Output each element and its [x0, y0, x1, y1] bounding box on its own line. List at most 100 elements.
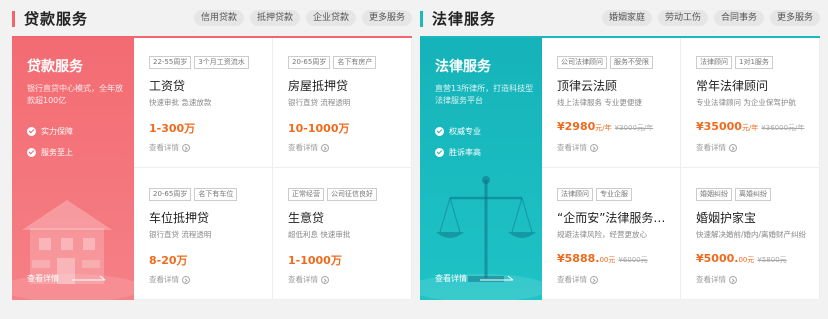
card-tag: 婚姻纠纷 [696, 188, 732, 201]
arrow-right-icon [72, 275, 106, 281]
check-circle-icon [27, 127, 36, 136]
check-circle-icon [27, 148, 36, 157]
legal-hero-more-link[interactable]: 查看详情 [435, 273, 467, 284]
chevron-right-circle-icon [182, 143, 190, 152]
legal-card-annual-counsel[interactable]: 法律顾问 1对1服务 常年法律顾问 专业法律顾问 为企业保驾护航 ¥35000元/… [681, 36, 820, 168]
card-description: 快速解决婚前/婚内/离婚财产纠纷 [696, 230, 807, 239]
card-description: 超低利息 快速审批 [288, 230, 351, 239]
card-title: 车位抵押贷 [149, 211, 210, 225]
loan-card-salary[interactable]: 22-55周岁 3个月工资流水 工资贷 快速审批 急速放款 1-300万 查看详情 [134, 36, 273, 168]
check-circle-icon [435, 148, 444, 157]
card-title: 常年法律顾问 [696, 79, 769, 93]
card-more-label: 查看详情 [288, 143, 318, 152]
card-more-label: 查看详情 [557, 275, 587, 284]
card-price: ¥5888.00元 ¥6000元 [557, 252, 648, 265]
loan-hero-more-link[interactable]: 查看详情 [27, 273, 59, 284]
loan-hero-panel[interactable]: 贷款服务 银行直贷中心模式，全年放款超100亿 实力保障 服务至上 查看详情 [12, 36, 134, 300]
legal-card-cloud-counsel[interactable]: 公司法律顾问 服务不受限 顶律云法顾 线上法律服务 专业更便捷 ¥2980元/年 ¥… [542, 36, 681, 168]
legal-tag-family[interactable]: 婚姻家庭 [601, 10, 652, 26]
loan-card-business[interactable]: 正常经营 公司征信良好 生意贷 超低利息 快速审批 1-1000万 查看详情 [273, 168, 412, 300]
loan-section-body: 贷款服务 银行直贷中心模式，全年放款超100亿 实力保障 服务至上 查看详情 2… [12, 36, 412, 300]
price-unit: 元/年 [595, 124, 612, 132]
loan-card-parking[interactable]: 20-65周岁 名下有车位 车位抵押贷 银行直贷 流程透明 8-20万 查看详情 [134, 168, 273, 300]
card-more-link[interactable]: 查看详情 [696, 274, 737, 285]
card-more-link[interactable]: 查看详情 [288, 142, 329, 153]
price-value: ¥2980 [557, 120, 596, 133]
card-description: 快速审批 急速放款 [149, 98, 212, 107]
card-description: 线上法律服务 专业更便捷 [557, 98, 642, 107]
loan-tag-business[interactable]: 企业贷款 [305, 10, 356, 26]
loan-tag-credit[interactable]: 信用贷款 [193, 10, 244, 26]
price-unit: 00元 [738, 256, 755, 264]
price-original: ¥36000元/年 [761, 124, 805, 132]
price-original: ¥3000元/年 [614, 124, 654, 132]
page: 贷款服务 信用贷款 抵押贷款 企业贷款 更多服务 贷款服务 银行直贷中心模式，全… [0, 0, 828, 319]
card-more-link[interactable]: 查看详情 [557, 274, 598, 285]
legal-feature-1: 权威专业 [435, 126, 481, 137]
price-original: ¥5800元 [757, 256, 787, 264]
price-original: ¥6000元 [618, 256, 648, 264]
card-price: 1-300万 [149, 122, 196, 135]
price-unit: 元/年 [741, 124, 759, 132]
loan-tag-more[interactable]: 更多服务 [361, 10, 412, 26]
legal-feature-2-label: 胜诉率高 [449, 148, 481, 157]
legal-product-grid: 公司法律顾问 服务不受限 顶律云法顾 线上法律服务 专业更便捷 ¥2980元/年 ¥… [542, 36, 820, 300]
loan-card-house-mortgage[interactable]: 20-65周岁 名下有房产 房屋抵押贷 银行直贷 流程透明 10-1000万 查看… [273, 36, 412, 168]
chevron-right-circle-icon [729, 275, 737, 284]
card-more-label: 查看详情 [149, 275, 179, 284]
card-more-link[interactable]: 查看详情 [149, 274, 190, 285]
loan-tag-mortgage[interactable]: 抵押贷款 [249, 10, 300, 26]
legal-section: 法律服务 婚姻家庭 劳动工伤 合同事务 更多服务 法律服务 直营13所律所，打造… [420, 0, 820, 300]
legal-card-marriage-guard[interactable]: 婚姻纠纷 离婚纠纷 婚姻护家宝 快速解决婚前/婚内/离婚财产纠纷 ¥5000.00… [681, 168, 820, 300]
card-description: 银行直贷 流程透明 [288, 98, 351, 107]
legal-section-body: 法律服务 直营13所律所，打造科技型法律服务平台 权威专业 胜诉率高 查看详情 [420, 36, 820, 300]
card-price: 1-1000万 [288, 254, 342, 267]
loan-feature-2: 服务至上 [27, 147, 73, 158]
card-tag: 法律顾问 [696, 56, 732, 69]
card-more-label: 查看详情 [696, 275, 726, 284]
card-more-label: 查看详情 [288, 275, 318, 284]
card-title: 顶律云法顾 [557, 79, 618, 93]
loan-hero-description: 银行直贷中心模式，全年放款超100亿 [27, 84, 123, 105]
card-tag: 离婚纠纷 [735, 188, 771, 201]
card-tag: 20-65周岁 [149, 188, 192, 201]
price-value: ¥5888. [557, 252, 600, 265]
legal-tag-list: 婚姻家庭 劳动工伤 合同事务 更多服务 [601, 10, 820, 26]
loan-feature-1-label: 实力保障 [41, 127, 73, 136]
price-value: ¥5000. [696, 252, 739, 265]
card-price: ¥2980元/年 ¥3000元/年 [557, 120, 653, 133]
card-tag: 正常经营 [288, 188, 324, 201]
card-more-link[interactable]: 查看详情 [149, 142, 190, 153]
card-tag: 公司法律顾问 [557, 56, 607, 69]
loan-feature-2-label: 服务至上 [41, 148, 73, 157]
card-price: 10-1000万 [288, 122, 350, 135]
legal-card-enterprise-safe[interactable]: 法律顾问 专业企服 “企而安”法律服务… 规避法律风险，经营更放心 ¥5888.0… [542, 168, 681, 300]
card-title: 生意贷 [288, 211, 325, 225]
card-more-link[interactable]: 查看详情 [557, 142, 598, 153]
legal-hero-panel[interactable]: 法律服务 直营13所律所，打造科技型法律服务平台 权威专业 胜诉率高 查看详情 [420, 36, 542, 300]
card-price: ¥35000元/年 ¥36000元/年 [696, 120, 804, 133]
price-unit: 00元 [599, 256, 616, 264]
chevron-right-circle-icon [729, 143, 737, 152]
card-more-link[interactable]: 查看详情 [288, 274, 329, 285]
card-tag: 服务不受限 [610, 56, 653, 69]
card-more-link[interactable]: 查看详情 [696, 142, 737, 153]
legal-tag-contract[interactable]: 合同事务 [713, 10, 764, 26]
legal-feature-2: 胜诉率高 [435, 147, 481, 158]
card-description: 规避法律风险，经营更放心 [557, 230, 647, 239]
card-tag: 法律顾问 [557, 188, 593, 201]
legal-tag-labor[interactable]: 劳动工伤 [657, 10, 708, 26]
legal-tag-more[interactable]: 更多服务 [769, 10, 820, 26]
card-title: “企而安”法律服务… [557, 211, 666, 225]
card-more-label: 查看详情 [696, 143, 726, 152]
legal-title-accent-bar [420, 11, 423, 27]
card-description: 银行直贷 流程透明 [149, 230, 212, 239]
legal-section-header: 法律服务 婚姻家庭 劳动工伤 合同事务 更多服务 [420, 0, 820, 36]
card-tag: 20-65周岁 [288, 56, 331, 69]
card-title: 婚姻护家宝 [696, 211, 757, 225]
card-tag: 3个月工资流水 [194, 56, 249, 69]
chevron-right-circle-icon [590, 275, 598, 284]
card-tag: 公司征信良好 [327, 188, 377, 201]
legal-feature-1-label: 权威专业 [449, 127, 481, 136]
loan-section-header: 贷款服务 信用贷款 抵押贷款 企业贷款 更多服务 [12, 0, 412, 36]
